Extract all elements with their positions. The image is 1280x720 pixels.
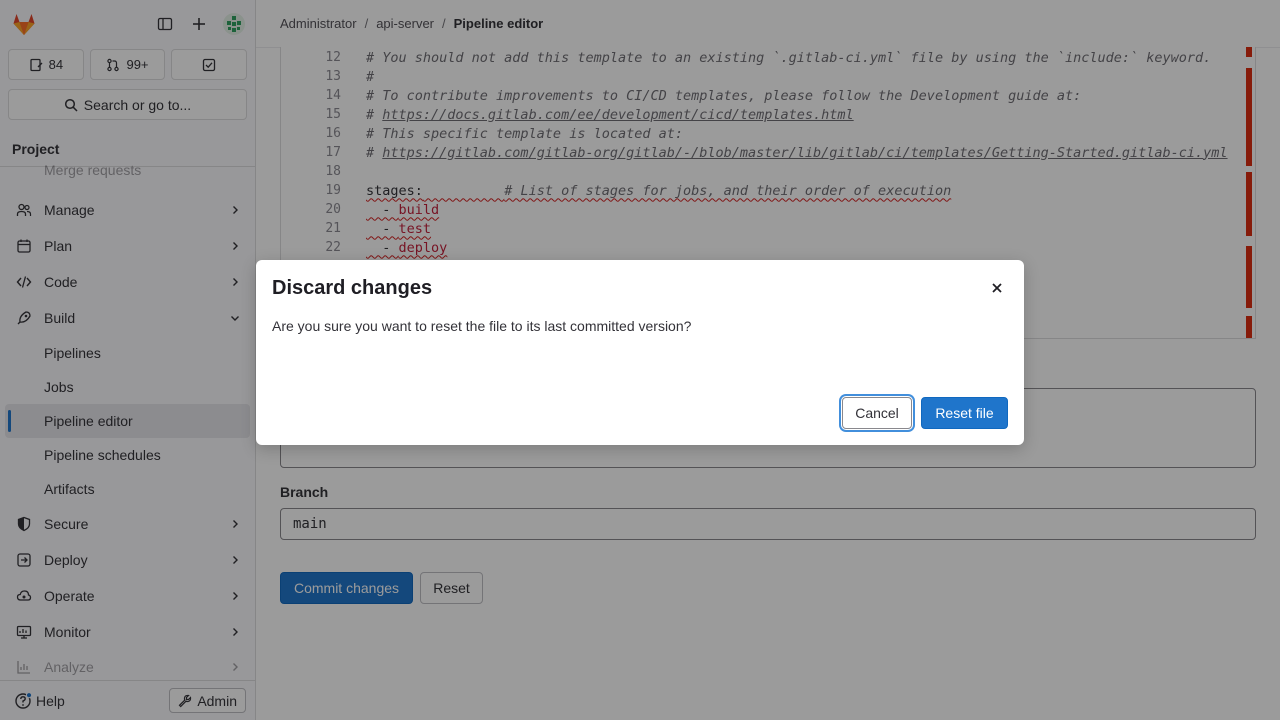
close-icon[interactable] (988, 279, 1006, 297)
reset-file-button[interactable]: Reset file (921, 397, 1008, 429)
modal-body: Are you sure you want to reset the file … (272, 318, 692, 334)
modal-title: Discard changes (272, 277, 433, 299)
discard-changes-modal: Discard changes Are you sure you want to… (256, 260, 1024, 445)
cancel-button[interactable]: Cancel (842, 397, 912, 429)
